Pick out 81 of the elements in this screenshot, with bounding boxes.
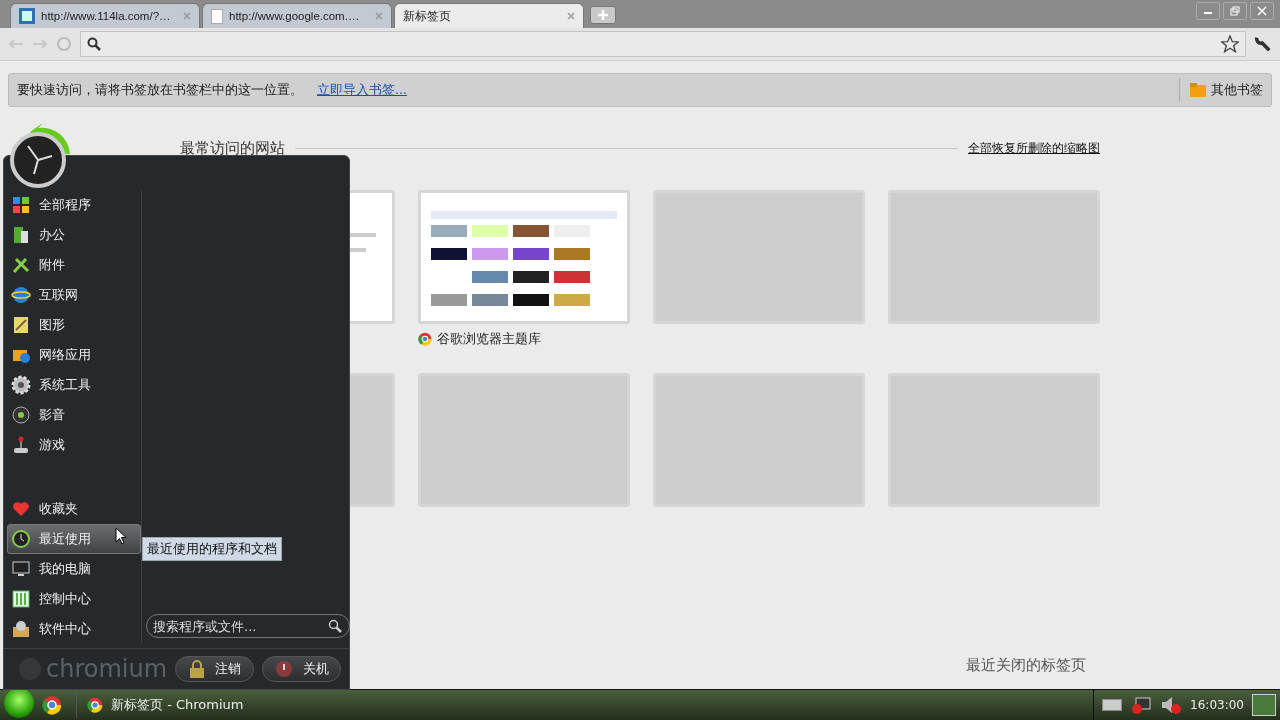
colored-squares-icon xyxy=(11,195,31,215)
menu-item[interactable]: 影音 xyxy=(7,400,141,430)
chromium-icon xyxy=(418,332,432,346)
gear-icon xyxy=(11,375,31,395)
browser-tab[interactable]: 新标签页 xyxy=(394,3,584,28)
brand-name: chromium xyxy=(46,655,168,683)
menu-item[interactable]: 附件 xyxy=(7,250,141,280)
disc-icon xyxy=(11,405,31,425)
menu-item[interactable]: 软件中心 xyxy=(7,614,141,644)
plus-icon xyxy=(598,10,608,20)
cursor-icon xyxy=(115,527,127,545)
power-icon xyxy=(274,660,293,678)
close-icon[interactable] xyxy=(375,12,383,20)
forward-icon[interactable] xyxy=(32,38,48,50)
menu-item[interactable]: 办公 xyxy=(7,220,141,250)
restore-icon xyxy=(1230,6,1240,16)
folder-icon xyxy=(1190,83,1206,97)
show-desktop-icon[interactable] xyxy=(1252,694,1276,716)
menu-item[interactable]: 控制中心 xyxy=(7,584,141,614)
new-tab-button[interactable] xyxy=(590,6,616,24)
search-icon xyxy=(87,37,101,51)
menu-item[interactable]: 互联网 xyxy=(7,280,141,310)
import-bookmarks-link[interactable]: 立即导入书签... xyxy=(317,81,407,99)
bookmark-hint: 要快速访问，请将书签放在书签栏中的这一位置。 xyxy=(17,81,303,99)
logout-button[interactable]: 注销 xyxy=(175,656,255,682)
network-icon[interactable] xyxy=(1130,695,1153,715)
lock-icon xyxy=(188,660,205,678)
close-icon xyxy=(1257,6,1267,16)
globe-icon xyxy=(11,285,31,305)
drawing-icon xyxy=(11,315,31,335)
menu-item[interactable]: 图形 xyxy=(7,310,141,340)
browser-tab[interactable]: http://www.114la.com/?… xyxy=(10,3,200,28)
empty-thumbnail[interactable] xyxy=(653,190,865,324)
menu-item[interactable]: 全部程序 xyxy=(7,190,141,220)
clock-icon xyxy=(11,529,31,549)
start-button[interactable] xyxy=(4,688,34,718)
joystick-icon xyxy=(11,435,31,455)
menu-item[interactable]: 网络应用 xyxy=(7,340,141,370)
chromium-icon xyxy=(87,697,103,713)
empty-thumbnail[interactable] xyxy=(653,373,865,507)
back-icon[interactable] xyxy=(8,38,24,50)
address-field[interactable] xyxy=(80,31,1246,57)
close-button[interactable] xyxy=(1250,2,1274,20)
empty-thumbnail[interactable] xyxy=(418,373,630,507)
menu-item[interactable]: 最近使用 xyxy=(7,524,141,554)
empty-thumbnail[interactable] xyxy=(888,190,1100,324)
tooltip: 最近使用的程序和文档 xyxy=(142,537,282,561)
star-icon[interactable] xyxy=(1221,35,1239,53)
close-icon[interactable] xyxy=(567,12,575,20)
wrench-icon[interactable] xyxy=(1254,35,1272,53)
control-panel-icon xyxy=(11,589,31,609)
browser-tab[interactable]: http://www.google.com.… xyxy=(202,3,392,28)
page-icon xyxy=(211,8,223,24)
heart-icon xyxy=(11,499,31,519)
keyboard-icon[interactable] xyxy=(1102,699,1123,711)
package-icon xyxy=(11,619,31,639)
chromium-icon xyxy=(42,695,62,715)
tools-icon xyxy=(11,255,31,275)
clock[interactable]: 16:03:00 xyxy=(1190,698,1244,712)
task-button[interactable]: 新标签页 - Chromium xyxy=(76,692,254,718)
restore-button[interactable] xyxy=(1223,2,1247,20)
menu-item[interactable]: 收藏夹 xyxy=(7,494,141,524)
volume-icon[interactable] xyxy=(1160,695,1183,715)
shutdown-button[interactable]: 关机 xyxy=(262,656,341,682)
thumbnail-title[interactable]: 谷歌浏览器主题库 xyxy=(437,330,541,348)
empty-thumbnail[interactable] xyxy=(888,373,1100,507)
minimize-button[interactable] xyxy=(1196,2,1220,20)
reload-icon[interactable] xyxy=(56,36,72,52)
other-bookmarks-button[interactable]: 其他书签 xyxy=(1211,81,1263,99)
search-field[interactable]: 搜索程序或文件... xyxy=(146,614,350,638)
recently-closed-label[interactable]: 最近关闭的标签页 xyxy=(966,656,1086,675)
menu-item[interactable]: 游戏 xyxy=(7,430,141,460)
site-icon xyxy=(19,8,35,24)
close-icon[interactable] xyxy=(183,12,191,20)
menu-item[interactable]: 系统工具 xyxy=(7,370,141,400)
office-icon xyxy=(11,225,31,245)
menu-item[interactable]: 我的电脑 xyxy=(7,554,141,584)
monitor-icon xyxy=(11,559,31,579)
section-title: 最常访问的网站 xyxy=(180,139,285,158)
search-icon xyxy=(328,619,342,633)
restore-thumbnails-link[interactable]: 全部恢复所删除的缩略图 xyxy=(968,140,1100,157)
